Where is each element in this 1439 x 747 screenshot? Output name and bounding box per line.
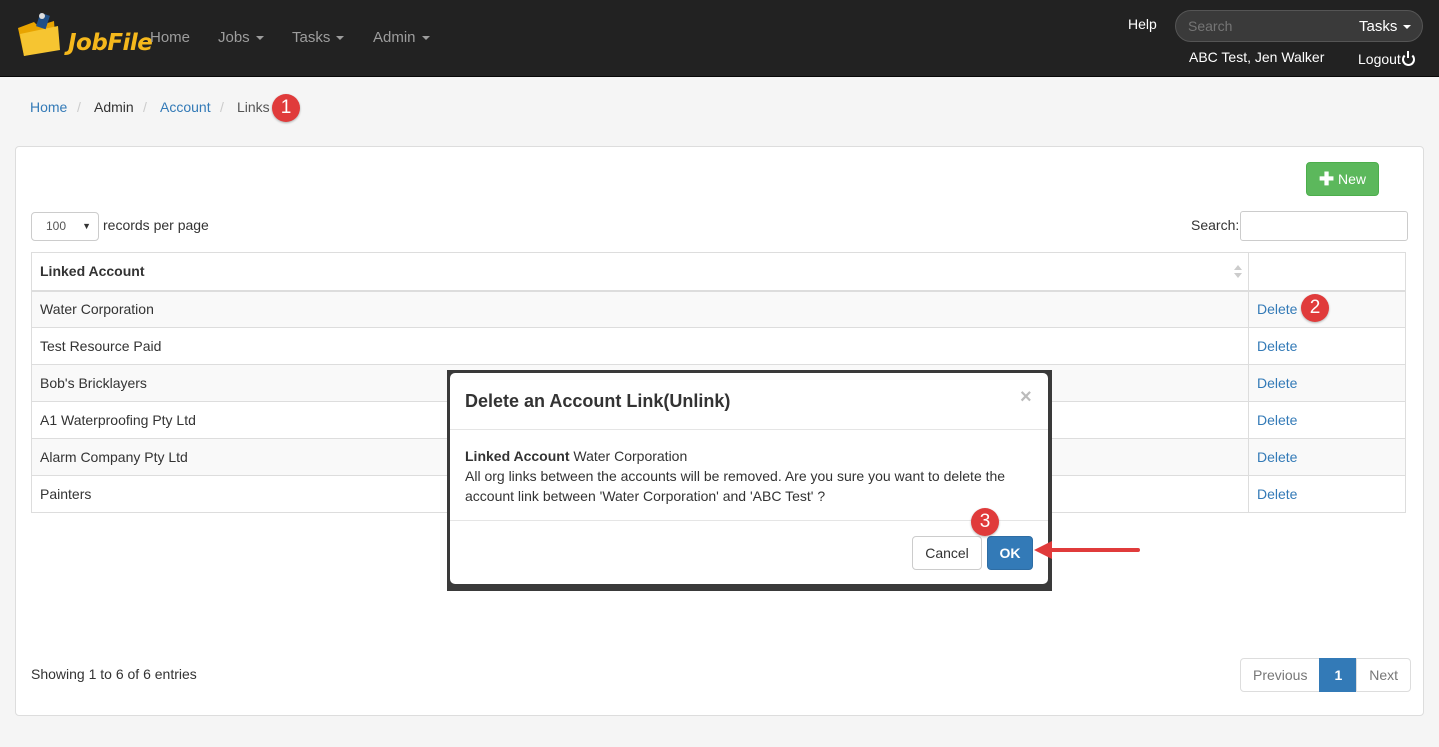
user-name[interactable]: ABC Test, Jen Walker [1189,49,1324,65]
logout-link[interactable]: Logout [1358,51,1415,67]
delete-link-dialog: Delete an Account Link(Unlink) × Linked … [450,373,1048,584]
dialog-message: All org links between the accounts will … [465,468,1006,504]
column-linked-account-label: Linked Account [40,263,145,280]
annotation-arrow-icon [1034,541,1140,559]
dialog-body: Linked Account Water Corporation All org… [465,446,1035,506]
cancel-button[interactable]: Cancel [912,536,982,570]
caret-down-icon [421,36,430,41]
action-cell: Delete [1248,438,1406,476]
nav-tasks-dropdown[interactable]: Tasks [292,29,345,46]
pagination-next[interactable]: Next [1356,658,1412,692]
caret-down-icon [255,36,264,41]
new-button-label: New [1338,170,1367,187]
dropdown-arrow-icon: ▼ [82,221,91,231]
divider [450,429,1048,430]
delete-link[interactable]: Delete [1257,375,1297,391]
breadcrumb-account[interactable]: Account [160,99,211,115]
table-search-label: Search: [1191,217,1240,233]
global-search: Tasks [1175,10,1423,42]
breadcrumb-separator: / [143,99,147,115]
table-info: Showing 1 to 6 of 6 entries [31,666,197,682]
breadcrumb-separator: / [77,99,81,115]
nav-admin-label: Admin [373,29,416,46]
brand-name: JobFile [68,30,153,56]
delete-link[interactable]: Delete [1257,338,1297,354]
column-linked-account[interactable]: Linked Account [31,252,1249,292]
delete-link[interactable]: Delete [1257,412,1297,428]
action-cell: Delete [1248,327,1406,365]
nav-tasks-label: Tasks [292,29,331,46]
table-header-row: Linked Account [31,252,1406,292]
logout-label: Logout [1358,51,1401,67]
annotation-marker-3: 3 [971,508,999,536]
pagination-previous[interactable]: Previous [1240,658,1321,692]
breadcrumb-separator: / [220,99,224,115]
column-actions [1248,252,1406,292]
jobfile-logo[interactable]: JobFile [14,8,153,64]
breadcrumb-home[interactable]: Home [30,99,67,115]
pagination: Previous 1 Next [1240,658,1412,692]
search-scope-dropdown[interactable]: Tasks [1359,18,1412,35]
nav-jobs-dropdown[interactable]: Jobs [218,29,264,46]
action-cell: Delete [1248,401,1406,439]
ok-button[interactable]: OK [987,536,1033,570]
nav-home[interactable]: Home [150,29,190,46]
pagination-page-1[interactable]: 1 [1319,658,1358,692]
dialog-title: Delete an Account Link(Unlink) [465,391,731,411]
breadcrumb-admin: Admin [94,99,134,115]
top-navbar: JobFile Home Jobs Tasks Admin Help Tasks… [0,0,1439,77]
linked-account-cell: Water Corporation [31,290,1249,328]
breadcrumb-current: Links [237,99,270,115]
search-scope-label: Tasks [1359,18,1398,35]
nav-admin-dropdown[interactable]: Admin [373,29,430,46]
table-row: Test Resource Paid Delete [31,327,1406,365]
delete-link[interactable]: Delete [1257,486,1297,502]
linked-account-cell: Test Resource Paid [31,327,1249,365]
table-row: Water Corporation Delete [31,290,1406,328]
global-search-input[interactable] [1188,18,1338,34]
annotation-marker-1: 1 [272,94,300,122]
divider [450,520,1048,521]
close-icon[interactable]: × [1020,386,1032,409]
delete-link[interactable]: Delete [1257,449,1297,465]
folder-logo-icon [18,12,60,56]
page-length-label: records per page [103,217,209,233]
annotation-marker-2: 2 [1301,294,1329,322]
page-length-select[interactable]: 100 ▼ [31,212,99,241]
table-search-input[interactable] [1240,211,1408,241]
power-icon [1401,51,1415,66]
action-cell: Delete [1248,364,1406,402]
action-cell: Delete [1248,475,1406,513]
plus-icon: ✚ [1318,168,1335,189]
page-length-value: 100 [46,219,67,233]
caret-down-icon [336,36,345,41]
help-link[interactable]: Help [1128,16,1157,32]
sort-icon [1234,264,1242,280]
delete-link[interactable]: Delete [1257,301,1297,317]
new-link-button[interactable]: ✚ New [1306,162,1379,196]
dialog-field-label: Linked Account [465,448,570,464]
nav-jobs-label: Jobs [218,29,250,46]
caret-down-icon [1403,25,1412,30]
dialog-field-value: Water Corporation [573,448,688,464]
